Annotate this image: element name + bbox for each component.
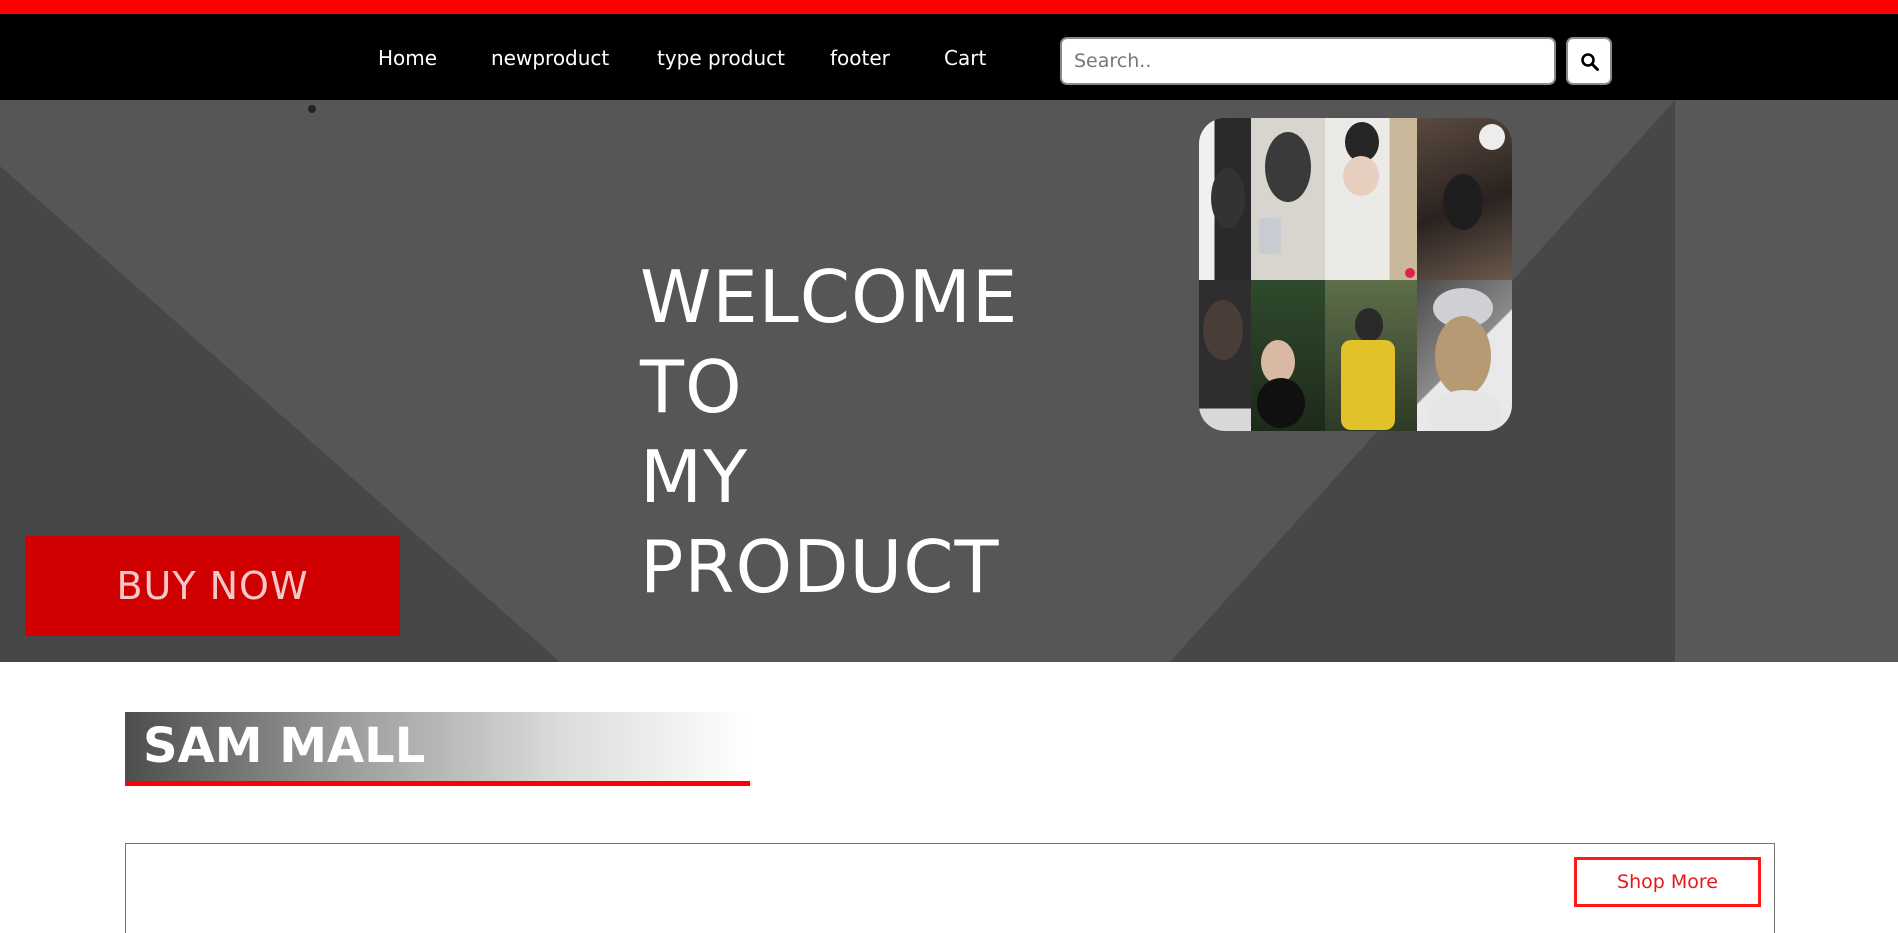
collage-tile-1 bbox=[1199, 118, 1251, 280]
top-accent-strip bbox=[0, 0, 1898, 14]
hero-banner: WELCOME TO MY PRODUCT BUY NOW bbox=[0, 100, 1898, 662]
nav-link-type-product[interactable]: type product bbox=[657, 48, 785, 68]
hero-side-panel bbox=[1675, 100, 1898, 662]
hero-title: WELCOME TO MY PRODUCT bbox=[640, 252, 1120, 612]
collage-tile-5 bbox=[1199, 280, 1251, 431]
hero-title-line-2: MY PRODUCT bbox=[640, 435, 1000, 609]
buy-now-button[interactable]: BUY NOW bbox=[25, 536, 400, 636]
collage-tile-3 bbox=[1325, 118, 1417, 280]
photo-collage bbox=[1199, 118, 1512, 431]
nav-link-home[interactable]: Home bbox=[378, 48, 437, 68]
hero-title-line-1: WELCOME TO bbox=[640, 255, 1019, 429]
nav-link-cart[interactable]: Cart bbox=[944, 48, 986, 68]
shop-more-button[interactable]: Shop More bbox=[1574, 857, 1761, 907]
section-header: SAM MALL bbox=[125, 712, 750, 786]
section-title: SAM MALL bbox=[143, 718, 426, 774]
collage-tile-4 bbox=[1417, 118, 1512, 280]
search-button[interactable] bbox=[1566, 37, 1612, 85]
nav-link-footer[interactable]: footer bbox=[830, 48, 890, 68]
nav-link-newproduct[interactable]: newproduct bbox=[491, 48, 609, 68]
collage-tile-2 bbox=[1251, 118, 1325, 280]
search-icon bbox=[1581, 53, 1599, 71]
product-list-container bbox=[125, 843, 1775, 933]
collage-tile-6 bbox=[1251, 280, 1325, 431]
collage-tile-7 bbox=[1325, 280, 1417, 431]
navbar: Home newproduct type product footer Cart bbox=[0, 14, 1898, 100]
collage-tile-8 bbox=[1417, 280, 1512, 431]
search-input[interactable] bbox=[1060, 37, 1556, 85]
hero-dot bbox=[308, 105, 316, 113]
